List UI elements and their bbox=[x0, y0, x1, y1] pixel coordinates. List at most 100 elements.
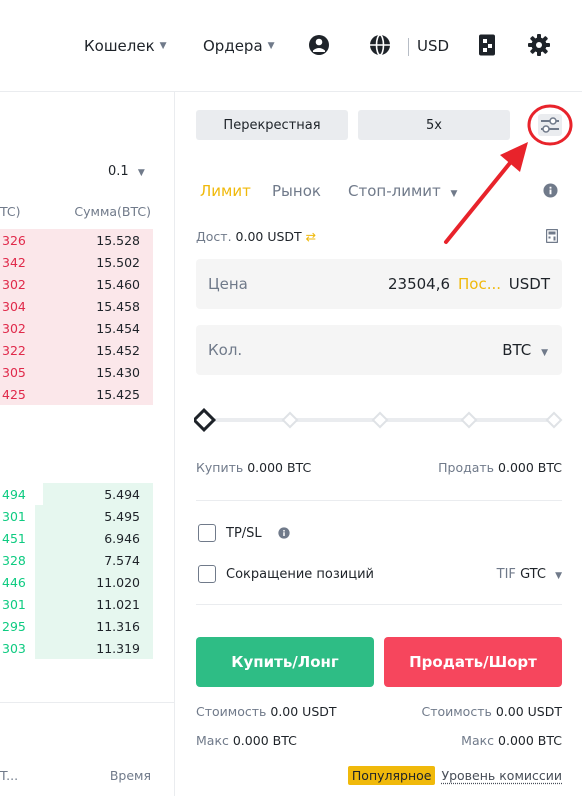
sell-amount-value: 0.000 BTC bbox=[498, 460, 562, 475]
price-cell: 326 bbox=[2, 233, 26, 248]
buy-long-button[interactable]: Купить/Лонг bbox=[196, 637, 374, 687]
quantity-unit-selector[interactable]: BTC ▼ bbox=[502, 341, 548, 359]
sum-cell: 7.574 bbox=[104, 553, 140, 568]
price-unit: USDT bbox=[508, 275, 550, 293]
sell-short-button[interactable]: Продать/Шорт bbox=[384, 637, 562, 687]
bid-row[interactable]: 446 11.020 bbox=[0, 571, 175, 593]
tif-selector[interactable]: TIF GTC ▼ bbox=[497, 567, 562, 582]
top-bar: Кошелек ▼ Ордера ▼ USD bbox=[0, 0, 582, 92]
sum-cell: 15.460 bbox=[96, 277, 140, 292]
ask-row[interactable]: 302 15.460 bbox=[0, 273, 175, 295]
reduce-only-label: Сокращение позиций bbox=[226, 567, 374, 582]
bid-row[interactable]: 328 7.574 bbox=[0, 549, 175, 571]
fee-level-link[interactable]: Уровень комиссии bbox=[441, 768, 562, 783]
sell-max-label: Макс bbox=[461, 733, 495, 748]
chevron-down-icon: ▼ bbox=[541, 348, 548, 358]
price-cell: 451 bbox=[2, 531, 26, 546]
time-column-header: Время bbox=[109, 768, 151, 783]
quantity-slider[interactable] bbox=[194, 408, 564, 432]
quantity-input[interactable]: Кол. BTC ▼ bbox=[196, 325, 562, 375]
currency-selector[interactable]: USD bbox=[417, 37, 449, 55]
user-icon[interactable] bbox=[307, 33, 331, 57]
tab-stop-limit[interactable]: Стоп-лимит ▼ bbox=[348, 182, 457, 200]
sum-cell: 11.020 bbox=[96, 575, 140, 590]
ask-row[interactable]: 326 15.528 bbox=[0, 229, 175, 251]
trades-column-header: T... bbox=[0, 768, 19, 783]
leverage-button[interactable]: 5x bbox=[358, 110, 510, 140]
price-cell: 305 bbox=[2, 365, 26, 380]
price-cell: 304 bbox=[2, 299, 26, 314]
buy-cost-value: 0.00 USDT bbox=[270, 704, 337, 719]
sell-max: Макс 0.000 BTC bbox=[461, 733, 562, 748]
sum-cell: 15.452 bbox=[96, 343, 140, 358]
buy-amount: Купить 0.000 BTC bbox=[196, 460, 311, 475]
sum-cell: 15.502 bbox=[96, 255, 140, 270]
precision-value: 0.1 bbox=[108, 164, 129, 179]
tif-label: TIF bbox=[496, 567, 516, 582]
sell-amount-label: Продать bbox=[438, 460, 495, 475]
tab-market[interactable]: Рынок bbox=[272, 182, 321, 200]
precision-selector[interactable]: 0.1 ▼ bbox=[108, 164, 145, 179]
sum-cell: 11.316 bbox=[96, 619, 140, 634]
ask-row[interactable]: 425 15.425 bbox=[0, 383, 175, 405]
tab-stop-limit-label: Стоп-лимит bbox=[348, 182, 441, 200]
sum-cell: 11.319 bbox=[96, 641, 140, 656]
quantity-label: Кол. bbox=[208, 341, 243, 359]
gear-icon[interactable] bbox=[527, 33, 551, 57]
order-form: Перекрестная 5x Лимит Рынок Стоп-лимит ▼… bbox=[176, 92, 582, 796]
bid-row[interactable]: 301 5.495 bbox=[0, 505, 175, 527]
sum-column-header: Сумма(BTC) bbox=[74, 204, 151, 219]
info-icon[interactable] bbox=[543, 183, 558, 198]
price-cell: 425 bbox=[2, 387, 26, 402]
globe-icon[interactable] bbox=[368, 33, 392, 57]
sell-cost-value: 0.00 USDT bbox=[495, 704, 562, 719]
tpsl-checkbox[interactable] bbox=[198, 524, 216, 542]
reduce-only-checkbox[interactable] bbox=[198, 565, 216, 583]
chevron-down-icon: ▼ bbox=[137, 168, 145, 178]
orders-menu[interactable]: Ордера ▼ bbox=[203, 37, 275, 55]
bid-row[interactable]: 451 6.946 bbox=[0, 527, 175, 549]
price-cell: 328 bbox=[2, 553, 26, 568]
price-cell: 303 bbox=[2, 641, 26, 656]
orderbook: 0.1 ▼ TC) Сумма(BTC) 326 15.528 342 15.502 3… bbox=[0, 92, 175, 796]
sum-cell: 6.946 bbox=[104, 531, 140, 546]
available-value: 0.00 USDT bbox=[235, 229, 302, 244]
margin-mode-button[interactable]: Перекрестная bbox=[196, 110, 348, 140]
price-cell: 301 bbox=[2, 597, 26, 612]
ask-row[interactable]: 342 15.502 bbox=[0, 251, 175, 273]
sell-cost: Стоимость 0.00 USDT bbox=[421, 704, 562, 719]
chevron-down-icon: ▼ bbox=[555, 571, 562, 581]
sum-cell: 5.494 bbox=[104, 487, 140, 502]
sell-cost-label: Стоимость bbox=[421, 704, 492, 719]
quantity-unit: BTC bbox=[502, 341, 532, 359]
ask-row[interactable]: 302 15.454 bbox=[0, 317, 175, 339]
sum-cell: 15.430 bbox=[96, 365, 140, 380]
ask-row[interactable]: 322 15.452 bbox=[0, 339, 175, 361]
transfer-icon[interactable]: ⇄ bbox=[306, 229, 316, 244]
sum-cell: 15.458 bbox=[96, 299, 140, 314]
info-icon[interactable] bbox=[278, 527, 290, 539]
bid-row[interactable]: 303 11.319 bbox=[0, 637, 175, 659]
divider bbox=[408, 38, 409, 56]
ask-row[interactable]: 304 15.458 bbox=[0, 295, 175, 317]
buy-amount-value: 0.000 BTC bbox=[247, 460, 312, 475]
wallet-label: Кошелек bbox=[84, 37, 155, 55]
wallet-menu[interactable]: Кошелек ▼ bbox=[84, 37, 167, 55]
last-price-button[interactable]: Пос... bbox=[458, 275, 501, 293]
currency-label: USD bbox=[417, 37, 450, 55]
sell-max-value: 0.000 BTC bbox=[498, 733, 562, 748]
calculator-icon[interactable] bbox=[546, 229, 558, 243]
ask-row[interactable]: 305 15.430 bbox=[0, 361, 175, 383]
tpsl-label: TP/SL bbox=[226, 526, 262, 541]
download-app-icon[interactable] bbox=[475, 33, 499, 57]
tab-limit[interactable]: Лимит bbox=[200, 182, 251, 200]
price-cell: 301 bbox=[2, 509, 26, 524]
available-label: Дост. bbox=[196, 229, 232, 244]
chevron-down-icon: ▼ bbox=[267, 41, 275, 51]
bid-row[interactable]: 301 11.021 bbox=[0, 593, 175, 615]
bid-row[interactable]: 295 11.316 bbox=[0, 615, 175, 637]
bid-row[interactable]: 494 5.494 bbox=[0, 483, 175, 505]
buy-amount-label: Купить bbox=[196, 460, 244, 475]
divider bbox=[196, 604, 562, 605]
price-input[interactable]: Цена 23504,6 Пос... USDT bbox=[196, 259, 562, 309]
